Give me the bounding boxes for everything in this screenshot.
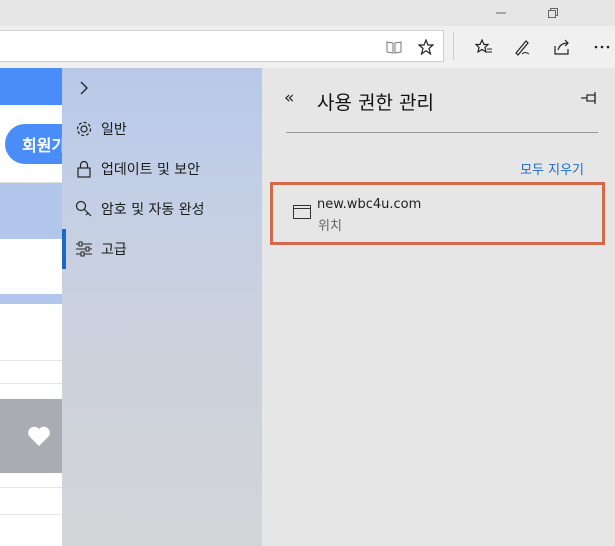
heart-icon (28, 426, 50, 446)
clear-all-link[interactable]: 모두 지우기 (494, 159, 584, 178)
gear-icon (72, 117, 96, 141)
sliders-icon (72, 237, 96, 261)
pin-icon (581, 92, 596, 104)
pen-icon[interactable] (510, 35, 534, 59)
nav-item-passwords-autofill[interactable]: 암호 및 자동 완성 (62, 189, 262, 229)
page-banner (0, 183, 62, 239)
nav-item-update-security[interactable]: 업데이트 및 보안 (62, 149, 262, 189)
nav-item-label: 일반 (101, 122, 127, 138)
address-bar[interactable] (0, 30, 444, 62)
book-icon[interactable] (382, 35, 406, 59)
image-tile[interactable] (0, 399, 62, 473)
selected-indicator (62, 229, 66, 269)
divider (0, 360, 62, 361)
chevron-right-icon (80, 81, 88, 95)
nav-item-general[interactable]: 일반 (62, 109, 262, 149)
divider (0, 383, 62, 384)
minimize-icon (496, 12, 506, 14)
title-divider (286, 132, 598, 133)
nav-item-label: 암호 및 자동 완성 (101, 202, 205, 218)
page-strip (0, 294, 62, 304)
signup-label: 회원가 (22, 136, 62, 155)
star-icon[interactable] (414, 35, 438, 59)
nav-item-advanced[interactable]: 고급 (62, 229, 262, 269)
site-permission-item[interactable] (270, 182, 605, 245)
restore-icon (548, 8, 558, 18)
toolbar-divider (453, 32, 454, 60)
window-icon (293, 205, 311, 219)
more-icon[interactable] (590, 35, 614, 59)
web-page: 회원가 (0, 68, 62, 546)
share-icon[interactable] (550, 35, 574, 59)
restore-button[interactable] (530, 0, 576, 26)
signup-button[interactable]: 회원가 (5, 124, 62, 164)
page-header-bar (0, 68, 62, 105)
back-button[interactable]: « (284, 88, 302, 110)
divider (0, 487, 62, 488)
expand-button[interactable] (72, 76, 96, 100)
minimize-button[interactable] (478, 0, 524, 26)
permissions-panel (262, 68, 615, 546)
panel-title: 사용 권한 관리 (317, 92, 434, 114)
settings-nav: 일반 업데이트 및 보안 암호 및 자동 완성 고급 (62, 68, 262, 546)
nav-item-label: 업데이트 및 보안 (101, 162, 201, 178)
site-url: new.wbc4u.com (317, 197, 422, 212)
site-permission-type: 위치 (318, 219, 342, 234)
star-list-icon[interactable] (472, 35, 496, 59)
pin-button[interactable] (580, 90, 602, 108)
key-icon (72, 197, 96, 221)
nav-item-label: 고급 (101, 242, 127, 258)
divider (0, 514, 62, 515)
lock-icon (72, 157, 96, 181)
